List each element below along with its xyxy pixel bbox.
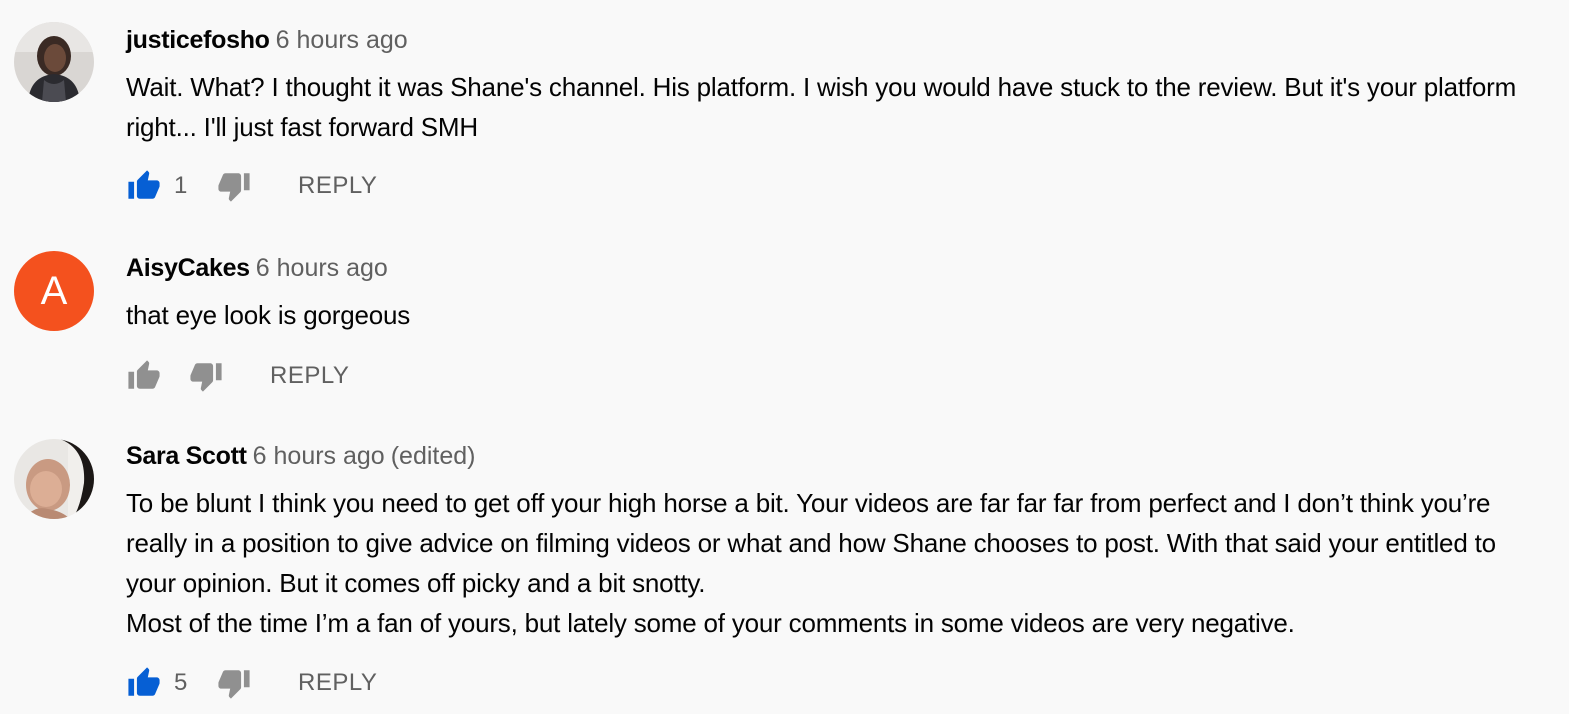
avatar-photo-icon [14,439,94,519]
comment-line: Wait. What? I thought it was Shane's cha… [126,72,1517,142]
comment-time[interactable]: 6 hours ago [256,254,388,282]
author-name[interactable]: AisyCakes [126,254,250,282]
comment-toolbar: 1 REPLY [126,168,377,204]
thumb-down-icon [190,363,222,392]
comment-time[interactable]: 6 hours ago [253,442,385,470]
comment-toolbar: REPLY [126,358,349,394]
avatar[interactable] [14,439,94,519]
comment-header: Sara Scott 6 hours ago (edited) [126,441,475,471]
reply-button[interactable]: REPLY [270,362,349,390]
like-count: 1 [174,172,188,199]
reply-button[interactable]: REPLY [298,172,377,200]
avatar-photo-icon [14,22,94,102]
thumb-down-icon [218,173,250,202]
dislike-button[interactable] [216,665,252,701]
comment-line: To be blunt I think you need to get off … [126,488,1496,598]
like-button[interactable] [126,358,162,394]
like-button[interactable] [126,168,162,204]
thumb-up-icon [128,360,160,389]
reply-button[interactable]: REPLY [298,669,377,697]
author-name[interactable]: justicefosho [126,26,270,54]
dislike-button[interactable] [216,168,252,204]
comment-toolbar: 5 REPLY [126,665,377,701]
comment-text: Wait. What? I thought it was Shane's cha… [126,67,1546,147]
thumb-down-icon [218,670,250,699]
like-count: 5 [174,669,188,696]
avatar[interactable]: A [14,251,94,331]
thumb-up-icon [128,170,160,199]
comment-time[interactable]: 6 hours ago [276,26,408,54]
author-name[interactable]: Sara Scott [126,442,247,470]
comment-line: that eye look is gorgeous [126,300,411,330]
dislike-button[interactable] [188,358,224,394]
comment-line: Most of the time I’m a fan of yours, but… [126,608,1295,638]
comment-text: that eye look is gorgeous [126,295,1546,335]
comment-header: AisyCakes 6 hours ago [126,253,388,283]
comment-header: justicefosho 6 hours ago [126,25,408,55]
thumb-up-icon [128,667,160,696]
comments-section: justicefosho 6 hours ago Wait. What? I th… [0,0,1569,714]
like-button[interactable] [126,665,162,701]
avatar[interactable] [14,22,94,102]
avatar-letter: A [40,268,68,313]
edited-label: (edited) [390,442,476,470]
comment-text: To be blunt I think you need to get off … [126,483,1546,643]
